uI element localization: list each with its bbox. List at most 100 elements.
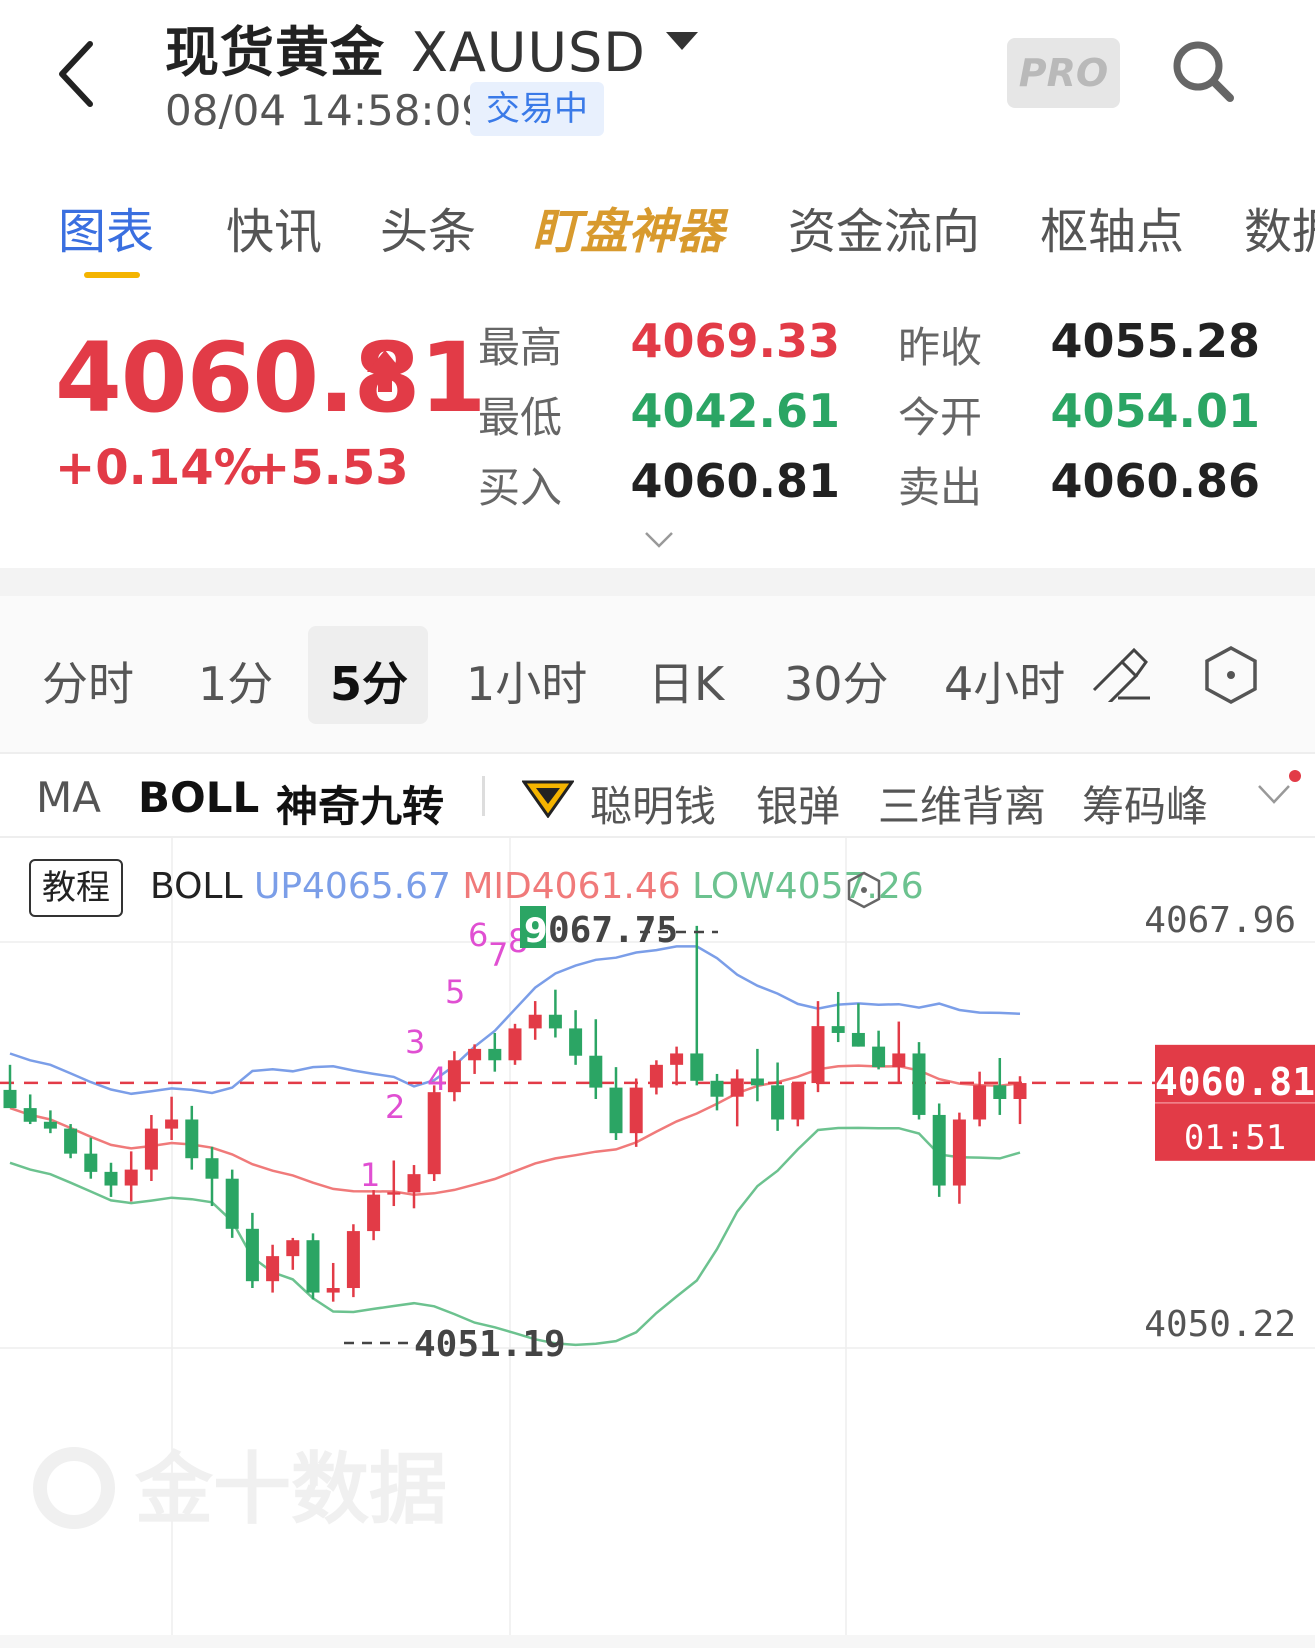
change-value: +5.53 (250, 440, 409, 496)
tab-pivot-points[interactable]: 枢轴点 (1040, 192, 1184, 262)
candle-body (468, 1048, 482, 1061)
candle-body (104, 1171, 118, 1186)
period-tab-4h[interactable]: 4小时 (944, 648, 1064, 714)
candle-body (609, 1087, 623, 1134)
section-divider (0, 568, 1315, 596)
axis-label-high: 4067.96 (1144, 900, 1296, 941)
vip-diamond-icon (522, 780, 574, 818)
candle-body (508, 1028, 522, 1061)
tab-chart[interactable]: 图表 (58, 192, 154, 262)
td-count-label: 4 (427, 1060, 447, 1098)
low-marker-label: 4051.19 (414, 1324, 566, 1365)
tab-flash-news[interactable]: 快讯 (226, 192, 322, 262)
watermark-logo-icon (33, 1447, 115, 1529)
ask-value: 4060.86 (1050, 454, 1260, 508)
tab-headlines[interactable]: 头条 (380, 192, 476, 262)
period-tab-5m[interactable]: 5分 (330, 648, 408, 714)
period-tab-30m[interactable]: 30分 (784, 648, 889, 714)
quote-time: 08/04 14:58:09 (165, 86, 489, 135)
candle-body (973, 1085, 987, 1120)
candle-body (185, 1119, 199, 1159)
candle-body (225, 1178, 239, 1229)
indicator-tab-smart-money[interactable]: 聪明钱 (590, 773, 716, 834)
indicator-tab-3d-divergence[interactable]: 三维背离 (878, 773, 1046, 834)
high-label: 最高 (478, 323, 563, 372)
last-price: 4060.81 (55, 322, 486, 434)
candle-body (771, 1085, 785, 1120)
low-value: 4042.61 (630, 384, 840, 438)
indicator-divider (482, 776, 485, 816)
bid-value: 4060.81 (630, 454, 840, 508)
candle-body (144, 1128, 158, 1170)
candle-body (993, 1085, 1007, 1099)
bid-label: 买入 (478, 463, 563, 512)
boll-lower-line (9, 1126, 1021, 1347)
up-arrow-icon (367, 350, 403, 392)
back-arrow-icon[interactable] (52, 38, 108, 110)
indicator-tab-silver-bullet[interactable]: 银弹 (756, 773, 840, 834)
candle-body (952, 1119, 966, 1186)
indicator-tab-ma[interactable]: MA (36, 773, 101, 822)
notification-dot (1289, 770, 1301, 782)
td-count-label: 5 (445, 973, 465, 1011)
candle-body (407, 1174, 421, 1193)
pro-button[interactable]: PRO (1007, 38, 1120, 108)
symbol-dropdown-icon[interactable] (666, 32, 698, 50)
candle-body (872, 1046, 886, 1068)
indicator-tab-td9[interactable]: 神奇九转 (276, 773, 444, 834)
tutorial-button[interactable]: 教程 (29, 859, 123, 917)
candle-body (569, 1028, 583, 1056)
indicator-tab-boll[interactable]: BOLL (138, 773, 259, 822)
candle-body (851, 1032, 865, 1047)
instrument-name: 现货黄金 (165, 21, 385, 84)
boll-name: BOLL (150, 866, 243, 907)
candle-body (447, 1060, 461, 1093)
candle-body (730, 1078, 744, 1097)
boll-upper-line (9, 945, 1021, 1096)
period-tab-timeshare[interactable]: 分时 (42, 648, 134, 714)
candle-body (892, 1053, 906, 1068)
tab-market-watcher[interactable]: 盯盘神器 (532, 192, 724, 262)
high-value: 4069.33 (630, 314, 840, 368)
chart-settings-icon[interactable] (1203, 645, 1259, 705)
candle-body (649, 1064, 663, 1088)
period-tab-daily[interactable]: 日K (648, 648, 724, 714)
candle-body (488, 1048, 502, 1061)
bottom-bar (0, 1635, 1315, 1648)
high-marker-label: 067.75 (548, 910, 678, 951)
candle-body (165, 1119, 179, 1129)
indicator-settings-icon[interactable] (846, 870, 882, 910)
candle-body (589, 1055, 603, 1088)
chevron-down-icon[interactable] (1256, 780, 1292, 808)
td-count-label: 2 (385, 1088, 405, 1126)
drawing-tool-icon[interactable] (1090, 640, 1152, 702)
trading-status-badge: 交易中 (470, 82, 604, 136)
td-count-label: 6 (468, 916, 488, 954)
period-tab-1m[interactable]: 1分 (198, 648, 273, 714)
candle-body (387, 1192, 401, 1195)
candle-body (23, 1108, 37, 1122)
expand-chevron-icon[interactable] (644, 530, 674, 550)
td-count-label: 7 (488, 936, 508, 974)
current-price-tag-label: 4060.81 (1155, 1060, 1315, 1104)
candlestick-chart[interactable]: 金十数据1234567 89 067.754051.194067.964050.22… (0, 838, 1315, 1648)
search-icon[interactable] (1170, 38, 1236, 104)
period-tab-1h[interactable]: 1小时 (466, 648, 587, 714)
tab-data[interactable]: 数据 (1244, 192, 1315, 262)
candle-body (1013, 1083, 1027, 1099)
candle-body (286, 1240, 300, 1257)
candle-body (266, 1256, 280, 1282)
candle-body (912, 1053, 926, 1115)
instrument-title[interactable]: 现货黄金 XAUUSD (165, 8, 646, 87)
divider (0, 752, 1315, 754)
prev-close-value: 4055.28 (1050, 314, 1260, 368)
countdown-label: 01:51 (1184, 1118, 1286, 1158)
candle-body (64, 1128, 78, 1154)
tab-fund-flow[interactable]: 资金流向 (788, 192, 980, 262)
active-tab-indicator (84, 272, 140, 278)
boll-up-value: UP4065.67 (253, 866, 451, 907)
candle-body (245, 1228, 259, 1282)
candle-body (528, 1014, 542, 1029)
indicator-tab-chip-peak[interactable]: 筹码峰 (1082, 773, 1208, 834)
candle-body (346, 1231, 360, 1289)
